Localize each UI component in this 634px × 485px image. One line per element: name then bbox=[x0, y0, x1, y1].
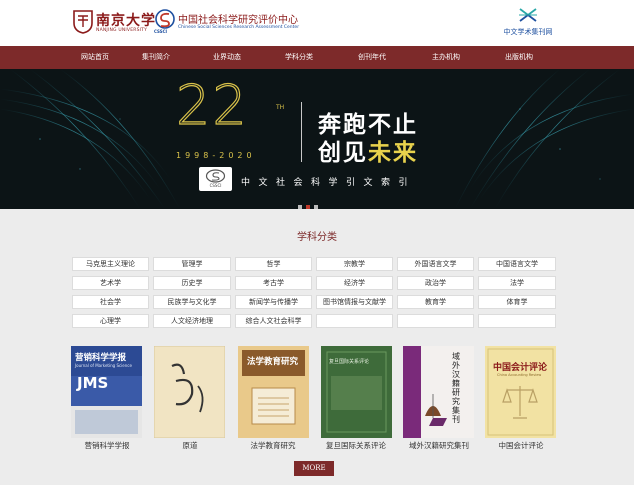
book-title-link[interactable]: 中国会计评论 bbox=[476, 440, 566, 451]
book-cover-subtitle: China Accounting Review bbox=[497, 373, 542, 377]
main-nav: 网站首页 集刊简介 业界动态 学科分类 创刊年代 主办机构 出版机构 bbox=[0, 46, 634, 69]
subject-tag[interactable]: 艺术学 bbox=[72, 276, 149, 290]
book-cover-title: 中国会计评论 bbox=[493, 363, 548, 373]
nav-item-home[interactable]: 网站首页 bbox=[81, 46, 109, 69]
book-cover-title: 法学教育研究 bbox=[247, 357, 299, 367]
subject-tag[interactable]: 心理学 bbox=[72, 314, 149, 328]
subject-tag[interactable]: 外国语言文学 bbox=[397, 257, 474, 271]
book-cover[interactable]: 法学教育研究 bbox=[238, 346, 309, 438]
book-cover-subtitle: Journal of Marketing Science bbox=[75, 363, 132, 368]
subject-tag[interactable]: 人文经济地理 bbox=[153, 314, 231, 328]
cssci-logo[interactable]: CSSCI 中国社会科学研究评价中心 Chinese Social Scienc… bbox=[154, 9, 299, 37]
subject-tag[interactable]: 教育学 bbox=[397, 295, 474, 309]
book-cover-art bbox=[403, 346, 474, 438]
banner-light-lines bbox=[0, 69, 634, 209]
subject-tag[interactable]: 历史学 bbox=[153, 276, 231, 290]
subject-tag-empty bbox=[397, 314, 474, 328]
ccj-site-logo[interactable]: 中文学术集刊网 bbox=[498, 6, 558, 40]
nju-emblem-icon bbox=[73, 10, 93, 34]
banner-logo-label: CSSCI bbox=[209, 183, 222, 188]
subject-tag[interactable]: 体育学 bbox=[478, 295, 556, 309]
subject-tag[interactable]: 政治学 bbox=[397, 276, 474, 290]
nav-item-news[interactable]: 业界动态 bbox=[213, 46, 241, 69]
subject-tag[interactable]: 宗教学 bbox=[316, 257, 393, 271]
book-title-link[interactable]: 域外汉籍研究集刊 bbox=[394, 440, 484, 451]
subject-tag[interactable]: 民族学与文化学 bbox=[153, 295, 231, 309]
cssci-chinese-name: 中国社会科学研究评价中心 bbox=[178, 15, 298, 26]
ccj-site-name: 中文学术集刊网 bbox=[503, 28, 553, 36]
book-cover-title: 复旦国际关系评论 bbox=[329, 359, 370, 365]
book-cover-abbr: JMS bbox=[77, 374, 109, 392]
subject-tag[interactable]: 经济学 bbox=[316, 276, 393, 290]
book-cover-art bbox=[153, 345, 226, 439]
subject-tag[interactable]: 社会学 bbox=[72, 295, 149, 309]
cssci-english-name: Chinese Social Sciences Research Assessm… bbox=[178, 25, 300, 30]
subject-tag[interactable]: 马克思主义理论 bbox=[72, 257, 149, 271]
subject-tag[interactable]: 综合人文社会科学 bbox=[235, 314, 312, 328]
subject-tag-empty bbox=[316, 314, 393, 328]
cssci-emblem-icon bbox=[205, 169, 226, 183]
banner-index-text: 中文社会科学引文索引 bbox=[241, 178, 417, 188]
more-button[interactable]: MORE bbox=[294, 461, 334, 476]
banner-divider bbox=[301, 102, 302, 162]
banner-cssci-logo: CSSCI bbox=[199, 167, 232, 191]
nav-item-sponsors[interactable]: 主办机构 bbox=[432, 46, 460, 69]
subject-tag[interactable]: 新闻学与传播学 bbox=[235, 295, 312, 309]
subject-tag[interactable]: 图书馆情报与文献学 bbox=[316, 295, 393, 309]
book-cover[interactable]: 营销科学学报 Journal of Marketing Science JMS bbox=[71, 346, 142, 438]
section-title: 学科分类 bbox=[297, 232, 337, 243]
subject-tag[interactable]: 中国语言文学 bbox=[478, 257, 556, 271]
banner-slogan-line2: 创见未来 bbox=[318, 140, 418, 166]
subject-tag[interactable]: 法学 bbox=[478, 276, 556, 290]
book-cover[interactable] bbox=[153, 345, 226, 439]
book-cover[interactable]: 中国会计评论 China Accounting Review bbox=[485, 346, 556, 438]
cssci-emblem-label: CSSCI bbox=[154, 29, 168, 34]
book-title-link[interactable]: 营销科学学报 bbox=[62, 440, 152, 451]
nanjing-university-logo[interactable]: 南京大学 NANJING UNIVERSITY bbox=[72, 9, 155, 37]
subject-tag[interactable]: 考古学 bbox=[235, 276, 312, 290]
nav-item-about[interactable]: 集刊简介 bbox=[142, 46, 170, 69]
nav-item-subjects[interactable]: 学科分类 bbox=[285, 46, 313, 69]
hero-banner[interactable]: 22 TH 1998-2020 奔跑不止 创见未来 CSSCI 中文社会科学引文… bbox=[0, 69, 634, 209]
banner-years: 1998-2020 bbox=[176, 151, 256, 160]
subject-tag-empty bbox=[478, 314, 556, 328]
subject-tag[interactable]: 管理学 bbox=[153, 257, 231, 271]
subject-tag[interactable]: 哲学 bbox=[235, 257, 312, 271]
banner-anniversary-number: 22 bbox=[175, 73, 249, 137]
book-cover[interactable]: 复旦国际关系评论 bbox=[321, 346, 392, 438]
book-title-link[interactable]: 原道 bbox=[145, 440, 235, 451]
nav-item-founding-year[interactable]: 创刊年代 bbox=[358, 46, 386, 69]
nju-name: 南京大学 bbox=[96, 13, 156, 29]
book-title-link[interactable]: 法学教育研究 bbox=[228, 440, 318, 451]
banner-slogan-highlight: 未来 bbox=[368, 140, 418, 166]
book-cover-title: 营销科学学报 bbox=[75, 353, 127, 363]
book-title-link[interactable]: 复旦国际关系评论 bbox=[311, 440, 401, 451]
nav-item-publishers[interactable]: 出版机构 bbox=[505, 46, 533, 69]
ccj-logo-icon bbox=[519, 8, 537, 22]
nju-subtitle: NANJING UNIVERSITY bbox=[96, 28, 148, 33]
book-cover-title: 域外汉籍研究集刊 bbox=[452, 352, 460, 424]
book-cover[interactable]: 域外汉籍研究集刊 bbox=[403, 346, 474, 438]
banner-superscript: TH bbox=[276, 104, 285, 111]
site-header: 南京大学 NANJING UNIVERSITY CSSCI 中国社会科学研究评价… bbox=[0, 0, 634, 46]
carousel-dots bbox=[298, 194, 322, 209]
